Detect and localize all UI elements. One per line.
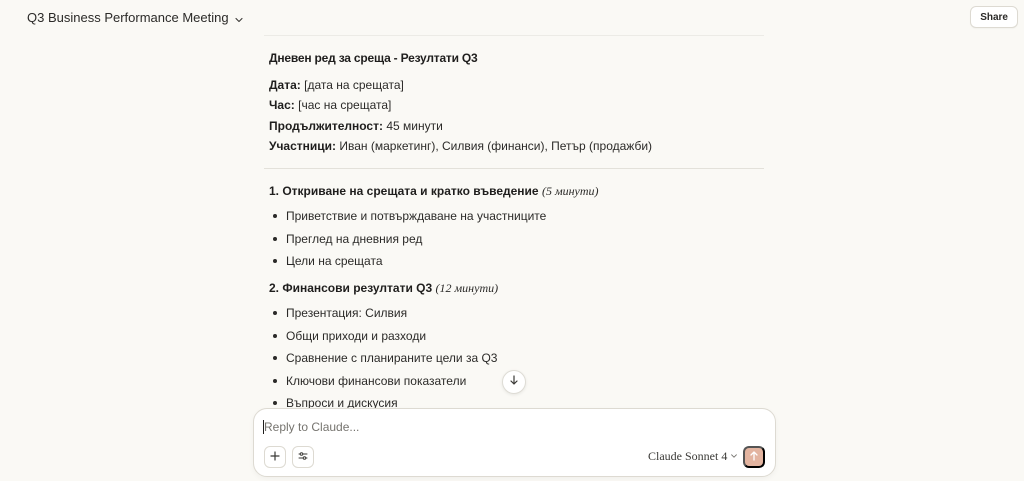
tools-button[interactable] xyxy=(292,446,314,468)
reply-input[interactable] xyxy=(264,419,744,435)
section-duration: (5 минути) xyxy=(541,184,599,198)
meta-label: Час: xyxy=(269,98,295,112)
list-item: Презентация: Силвия xyxy=(273,306,407,320)
meta-value: Иван (маркетинг), Силвия (финанси), Петъ… xyxy=(339,139,653,153)
message-content: Дневен ред за среща - Резултати Q3 Дата:… xyxy=(264,34,764,408)
list-item-text: Преглед на дневния ред xyxy=(286,232,423,246)
section-title: 1. Откриване на срещата и кратко въведен… xyxy=(269,184,539,198)
list-item-text: Въпроси и дискусия xyxy=(286,396,398,408)
divider xyxy=(264,35,764,36)
meta-value: 45 минути xyxy=(386,119,443,133)
list-item-text: Сравнение с планираните цели за Q3 xyxy=(286,351,498,365)
chevron-down-icon xyxy=(730,449,738,464)
top-bar: Q3 Business Performance Meeting Share xyxy=(0,0,1024,34)
bullet-icon xyxy=(273,334,277,338)
bullet-icon xyxy=(273,237,277,241)
section-title: 2. Финансови резултати Q3 xyxy=(269,281,433,295)
list-item: Приветствие и потвърждаване на участници… xyxy=(273,209,546,223)
meta-label: Продължителност: xyxy=(269,119,383,133)
bullet-icon xyxy=(273,379,277,383)
divider xyxy=(264,168,764,169)
add-attachment-button[interactable] xyxy=(264,446,286,468)
meta-duration: Продължителност: 45 минути xyxy=(269,119,443,133)
meta-value: [дата на срещата] xyxy=(304,78,404,92)
sliders-icon xyxy=(297,450,309,465)
list-item: Сравнение с планираните цели за Q3 xyxy=(273,351,497,365)
list-item-text: Приветствие и потвърждаване на участници… xyxy=(286,209,547,223)
composer: Claude Sonnet 4 xyxy=(253,408,776,477)
list-item: Преглед на дневния ред xyxy=(273,232,422,246)
section-heading: 2. Финансови резултати Q3 (12 минути) xyxy=(269,281,498,296)
share-button[interactable]: Share xyxy=(970,6,1018,28)
bullet-icon xyxy=(273,401,277,405)
meta-date: Дата: [дата на срещата] xyxy=(269,78,404,92)
arrow-down-icon xyxy=(508,373,520,391)
text-caret xyxy=(263,420,264,434)
conversation-title: Q3 Business Performance Meeting xyxy=(27,9,229,25)
list-item-text: Ключови финансови показатели xyxy=(286,374,467,388)
list-item: Цели на срещата xyxy=(273,254,383,268)
list-item-text: Общи приходи и разходи xyxy=(286,329,427,343)
model-selector[interactable]: Claude Sonnet 4 xyxy=(648,449,738,464)
bullet-icon xyxy=(273,259,277,263)
section-heading: 1. Откриване на срещата и кратко въведен… xyxy=(269,184,599,199)
meta-label: Дата: xyxy=(269,78,301,92)
model-label: Claude Sonnet 4 xyxy=(648,449,728,463)
scroll-to-bottom-button[interactable] xyxy=(502,370,526,394)
bullet-icon xyxy=(273,356,277,360)
list-item-text: Цели на срещата xyxy=(286,254,383,268)
agenda-heading: Дневен ред за среща - Резултати Q3 xyxy=(269,51,478,65)
meta-label: Участници: xyxy=(269,139,337,153)
list-item: Общи приходи и разходи xyxy=(273,329,426,343)
bullet-icon xyxy=(273,311,277,315)
meta-participants: Участници: Иван (маркетинг), Силвия (фин… xyxy=(269,139,652,153)
send-button[interactable] xyxy=(743,446,765,468)
bullet-icon xyxy=(273,214,277,218)
arrow-up-icon xyxy=(748,450,760,465)
section-duration: (12 минути) xyxy=(435,281,499,295)
list-item: Ключови финансови показатели xyxy=(273,374,466,388)
list-item: Въпроси и дискусия xyxy=(273,396,398,408)
meta-time: Час: [час на срещата] xyxy=(269,98,391,112)
list-item-text: Презентация: Силвия xyxy=(286,306,408,320)
plus-icon xyxy=(269,450,281,465)
chevron-down-icon xyxy=(234,12,244,23)
conversation-title-menu[interactable]: Q3 Business Performance Meeting xyxy=(27,10,244,25)
meta-value: [час на срещата] xyxy=(298,98,392,112)
